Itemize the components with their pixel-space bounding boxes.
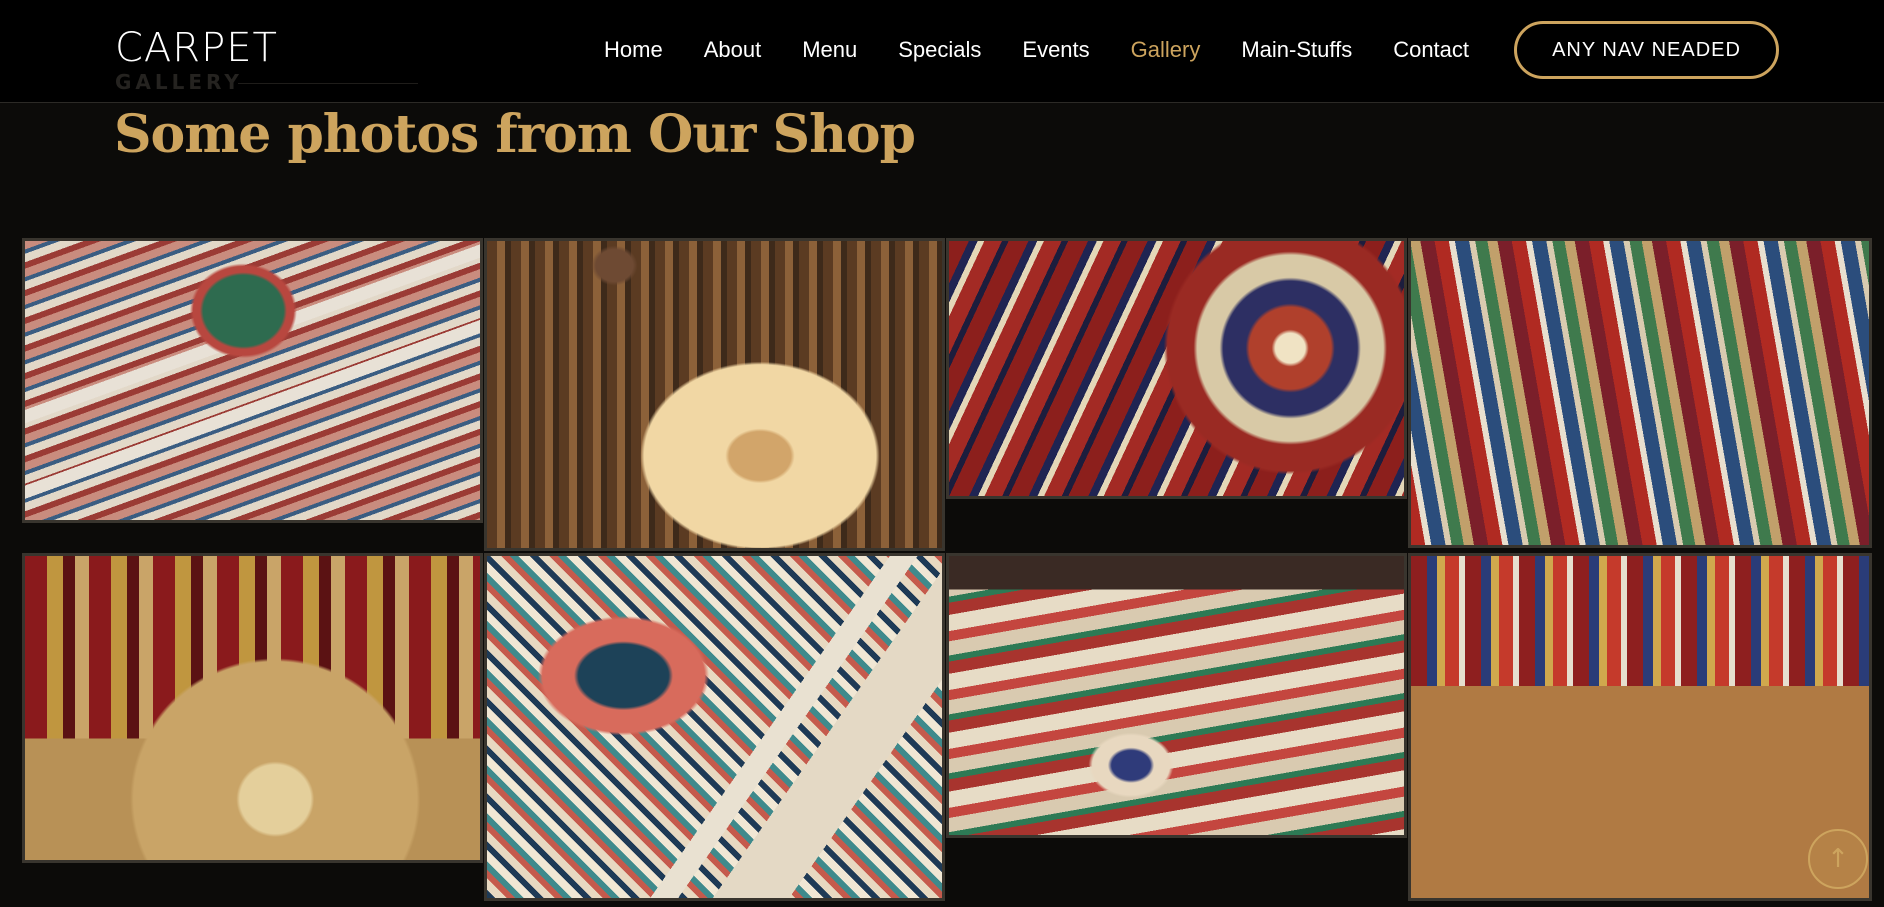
cta-button[interactable]: ANY NAV NEADED (1514, 21, 1779, 79)
gallery-photo-4[interactable] (1408, 238, 1872, 548)
carpet-image (487, 241, 942, 548)
nav-item-menu[interactable]: Menu (802, 37, 857, 63)
gallery-photo-2[interactable] (484, 238, 945, 551)
nav-item-home[interactable]: Home (604, 37, 663, 63)
gallery-photo-8[interactable] (1408, 553, 1872, 901)
gallery-photo-1[interactable] (22, 238, 483, 523)
section-watermark: GALLERY (115, 70, 243, 94)
site-logo[interactable]: CARPET (115, 24, 278, 72)
gallery-photo-3[interactable] (946, 238, 1407, 499)
gallery-photo-5[interactable] (22, 553, 483, 863)
gallery-photo-7[interactable] (946, 553, 1407, 838)
arrow-up-icon: ↑ (1827, 844, 1849, 874)
carpet-image (949, 556, 1404, 835)
nav-item-contact[interactable]: Contact (1393, 37, 1469, 63)
nav-item-gallery[interactable]: Gallery (1131, 37, 1201, 63)
nav-item-specials[interactable]: Specials (898, 37, 981, 63)
page-title: Some photos from Our Shop (114, 104, 916, 165)
carpet-image (1411, 241, 1869, 545)
main-nav: Home About Menu Specials Events Gallery … (604, 0, 1510, 100)
nav-item-about[interactable]: About (704, 37, 762, 63)
carpet-image (949, 241, 1404, 496)
nav-item-events[interactable]: Events (1022, 37, 1089, 63)
back-to-top-button[interactable]: ↑ (1808, 829, 1868, 889)
gallery-photo-6[interactable] (484, 553, 945, 901)
site-header: CARPET GALLERY Home About Menu Specials … (0, 0, 1884, 103)
nav-item-main-stuffs[interactable]: Main-Stuffs (1241, 37, 1352, 63)
watermark-divider (238, 83, 418, 84)
carpet-image (25, 556, 480, 860)
carpet-image (487, 556, 942, 898)
carpet-image (25, 241, 480, 520)
carpet-image (1411, 556, 1869, 898)
